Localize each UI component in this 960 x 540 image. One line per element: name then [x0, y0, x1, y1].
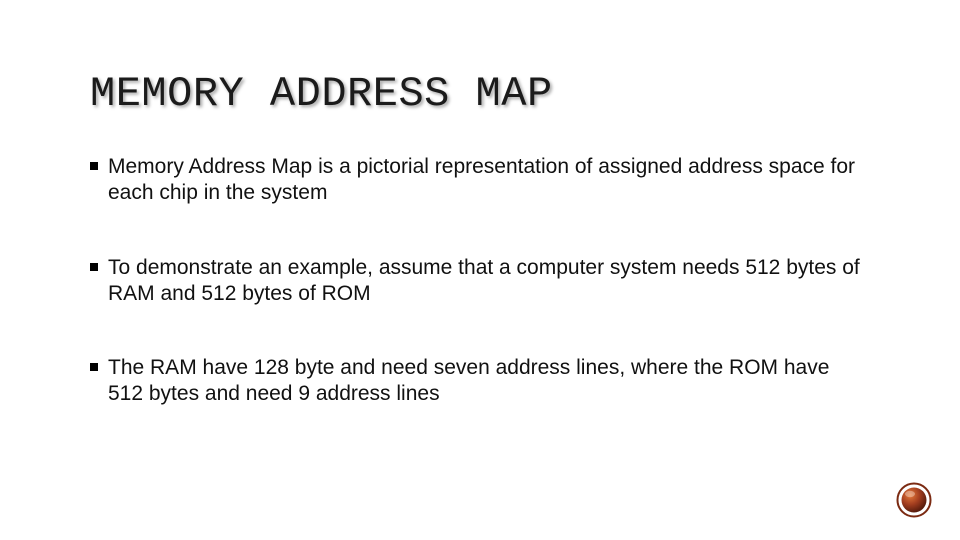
- slide: MEMORY ADDRESS MAP Memory Address Map is…: [0, 0, 960, 540]
- theme-orb-icon: [896, 482, 932, 518]
- bullet-marker-icon: [90, 363, 98, 371]
- bullet-text: To demonstrate an example, assume that a…: [108, 255, 870, 308]
- bullet-marker-icon: [90, 162, 98, 170]
- bullet-text: The RAM have 128 byte and need seven add…: [108, 355, 870, 408]
- list-item: The RAM have 128 byte and need seven add…: [90, 355, 870, 408]
- bullet-text: Memory Address Map is a pictorial repres…: [108, 154, 870, 207]
- slide-title: MEMORY ADDRESS MAP: [90, 70, 870, 118]
- list-item: To demonstrate an example, assume that a…: [90, 255, 870, 308]
- list-item: Memory Address Map is a pictorial repres…: [90, 154, 870, 207]
- bullet-list: Memory Address Map is a pictorial repres…: [90, 154, 870, 408]
- bullet-marker-icon: [90, 263, 98, 271]
